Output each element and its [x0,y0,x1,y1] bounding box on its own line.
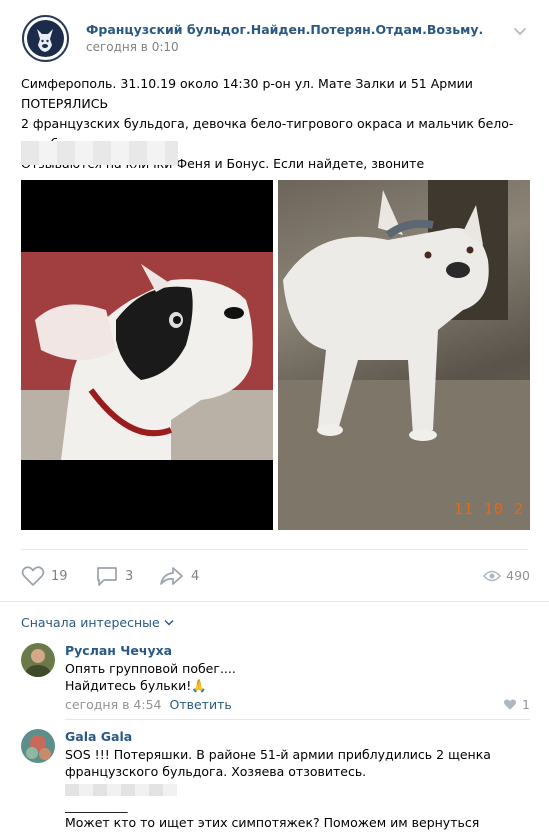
comment-author-link[interactable]: Gala Gala [65,729,132,744]
reply-button[interactable]: Ответить [170,697,232,712]
sort-label: Сначала интересные [21,615,160,630]
comment-time[interactable]: сегодня в 4:54 [65,697,162,712]
redacted-phone [65,783,177,796]
share-button[interactable]: 4 [159,565,199,587]
post-time-text: сегодня в 0:10 [86,40,179,54]
dog-photo-2-image [278,180,530,530]
avatar[interactable] [21,729,55,763]
dog-photo-1-image [21,180,273,530]
comment-like-count: 1 [522,697,530,712]
post-header: Французский бульдог.Найден.Потерян.Отдам… [20,13,535,62]
post-actions: 19 3 4 490 [21,565,530,587]
eye-icon [483,570,502,581]
bulldog-logo-icon [37,29,53,52]
comment-like-button[interactable]: 1 [503,697,530,712]
comment-text-line: Может кто то ищет этих симпотяжек? Помож… [65,815,480,834]
comment-meta: сегодня в 4:54 Ответить [65,697,232,712]
comment-item: Gala Gala SOS !!! Потеряшки. В районе 51… [21,729,530,834]
comment-text-line: французского бульдога. Хозяева отзовитес… [65,764,367,779]
comment-icon [97,567,117,586]
heart-icon [503,699,517,710]
like-count: 19 [51,568,68,584]
comment-text-line: Опять групповой побег.... [65,661,236,676]
like-button[interactable]: 19 [21,565,68,587]
chevron-down-icon[interactable] [513,26,527,36]
comment-author-link[interactable]: Руслан Чечуха [65,643,172,658]
comment-text: SOS !!! Потеряшки. В районе 51-й армии п… [65,746,525,834]
group-name-link[interactable]: Французский бульдог.Найден.Потерян.Отдам… [86,22,483,37]
photo-date-stamp: 11 10 2 [453,500,524,518]
comment-text-line: Найдитесь бульки!🙏 [65,678,207,693]
avatar[interactable] [21,643,55,677]
comment-text: Опять групповой побег.... Найдитесь буль… [65,660,525,694]
group-avatar[interactable] [22,15,69,62]
comment-item: Руслан Чечуха Опять групповой побег.... … [21,643,530,713]
share-icon [160,567,183,585]
comment-text-line: __________ [65,798,128,813]
chevron-down-icon [164,620,174,626]
redacted-phone [21,141,178,165]
post-photo-1[interactable] [21,180,273,530]
share-count: 4 [191,568,200,584]
divider [21,549,528,550]
post-text-line: Симферополь. 31.10.19 около 14:30 р-он у… [21,76,473,111]
post-time[interactable]: сегодня в 0:10 [86,40,183,54]
comment-text-line: SOS !!! Потеряшки. В районе 51-й армии п… [65,747,491,762]
views-count: 490 [506,568,530,583]
views-counter: 490 [483,568,530,583]
comment-button[interactable]: 3 [95,565,133,587]
post-photo-2[interactable]: 11 10 2 [278,180,530,530]
divider [65,719,530,720]
divider [0,601,549,602]
comment-count: 3 [125,568,134,584]
heart-icon [21,566,45,586]
comment-sort-dropdown[interactable]: Сначала интересные [21,615,174,630]
